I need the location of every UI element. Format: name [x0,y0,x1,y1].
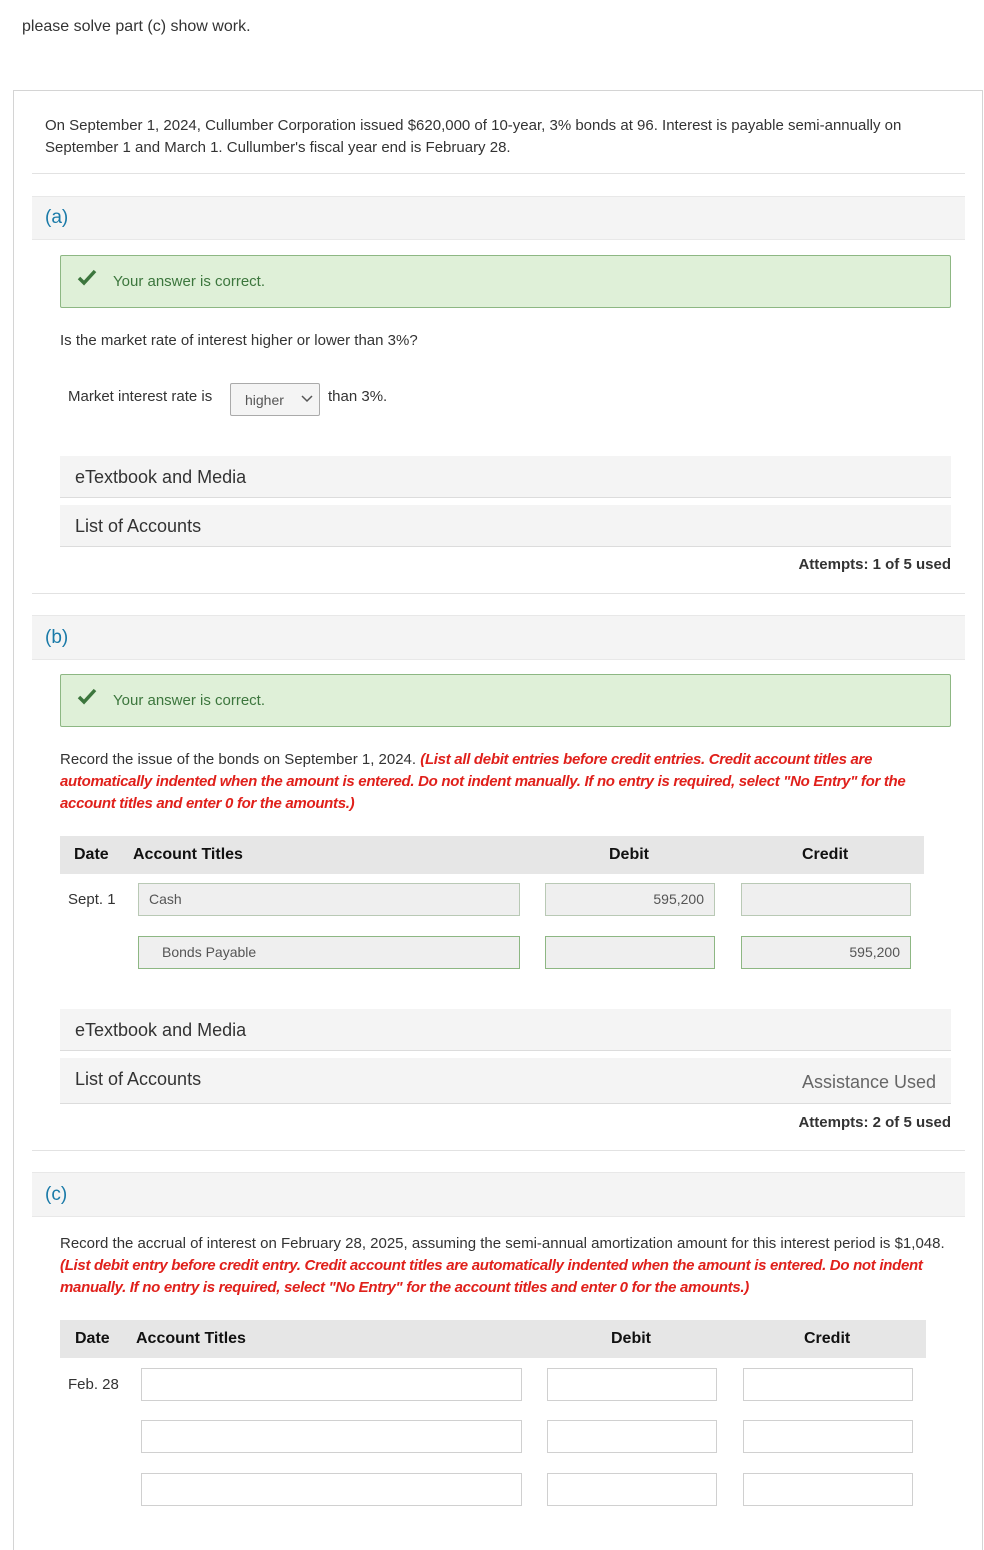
credit-input[interactable] [741,883,911,916]
question-text: please solve part (c) show work. [22,18,251,35]
header-credit: Credit [802,846,849,863]
account-title-input[interactable] [141,1473,522,1506]
header-credit: Credit [804,1330,851,1347]
attempts-b: Attempts: 2 of 5 used [798,1114,951,1131]
row-date: Sept. 1 [68,891,116,908]
sentence-post: than 3%. [328,388,388,405]
debit-input[interactable]: 595,200 [545,883,715,916]
header-account: Account Titles [133,846,243,863]
check-icon [77,269,97,286]
account-title-input[interactable]: Cash [138,883,520,916]
account-title-input[interactable] [141,1368,522,1401]
divider [32,593,965,594]
credit-input[interactable] [743,1473,913,1506]
select-value: higher [245,392,284,408]
journal-header-c: Date Account Titles Debit Credit [60,1320,926,1358]
debit-input[interactable] [545,936,715,969]
list-of-accounts-b[interactable]: List of Accounts Assistance Used [60,1058,951,1104]
divider [32,1150,965,1151]
etextbook-media-b[interactable]: eTextbook and Media [60,1009,951,1051]
chevron-down-icon [301,395,313,403]
market-rate-select[interactable]: higher [230,383,320,416]
account-title-input[interactable] [141,1420,522,1453]
credit-input[interactable]: 595,200 [741,936,911,969]
prompt-text: Record the issue of the bonds on Septemb… [60,751,417,768]
list-of-accounts-label: List of Accounts [75,1069,202,1089]
row-date: Feb. 28 [68,1376,119,1393]
feedback-text: Your answer is correct. [113,273,266,290]
divider [32,173,965,174]
attempts-a: Attempts: 1 of 5 used [798,556,951,573]
instruction-text: (List debit entry before credit entry. C… [60,1257,923,1296]
sentence-pre: Market interest rate is [68,388,213,405]
check-icon [77,688,97,705]
debit-input[interactable] [547,1368,717,1401]
header-account: Account Titles [136,1330,246,1347]
prompt-text: Record the accrual of interest on Februa… [60,1235,945,1252]
part-b-header[interactable]: (b) [32,615,965,660]
part-c-header[interactable]: (c) [32,1172,965,1217]
header-debit: Debit [611,1330,651,1347]
problem-statement: On September 1, 2024, Cullumber Corporat… [45,117,902,156]
account-title-input[interactable]: Bonds Payable [138,936,520,969]
journal-header-b: Date Account Titles Debit Credit [60,836,924,874]
assistance-used-label: Assistance Used [801,1072,936,1092]
etextbook-media-a[interactable]: eTextbook and Media [60,456,951,498]
header-date: Date [75,1330,110,1347]
debit-input[interactable] [547,1473,717,1506]
part-a-header[interactable]: (a) [32,196,965,240]
feedback-text: Your answer is correct. [113,692,266,709]
part-b-feedback: Your answer is correct. [60,674,951,727]
credit-input[interactable] [743,1368,913,1401]
list-of-accounts-a[interactable]: List of Accounts [60,505,951,547]
part-b-prompt: Record the issue of the bonds on Septemb… [60,749,955,815]
part-a-feedback: Your answer is correct. [60,255,951,308]
credit-input[interactable] [743,1420,913,1453]
header-date: Date [74,846,109,863]
debit-input[interactable] [547,1420,717,1453]
part-c-prompt: Record the accrual of interest on Februa… [60,1233,945,1299]
part-a-prompt: Is the market rate of interest higher or… [60,332,418,349]
header-debit: Debit [609,846,649,863]
